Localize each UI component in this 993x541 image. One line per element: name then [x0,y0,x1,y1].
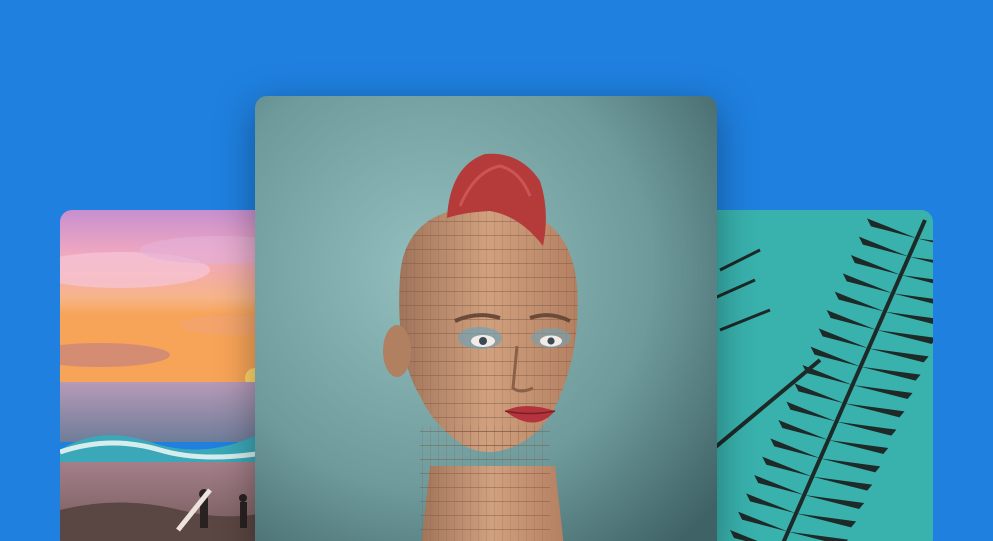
sculpted-head-image[interactable] [255,96,717,541]
gallery-stage [0,0,993,541]
palm-leaves-image[interactable] [700,210,933,541]
palm-leaves-illustration [700,210,933,541]
sculpted-head-illustration [255,96,717,541]
